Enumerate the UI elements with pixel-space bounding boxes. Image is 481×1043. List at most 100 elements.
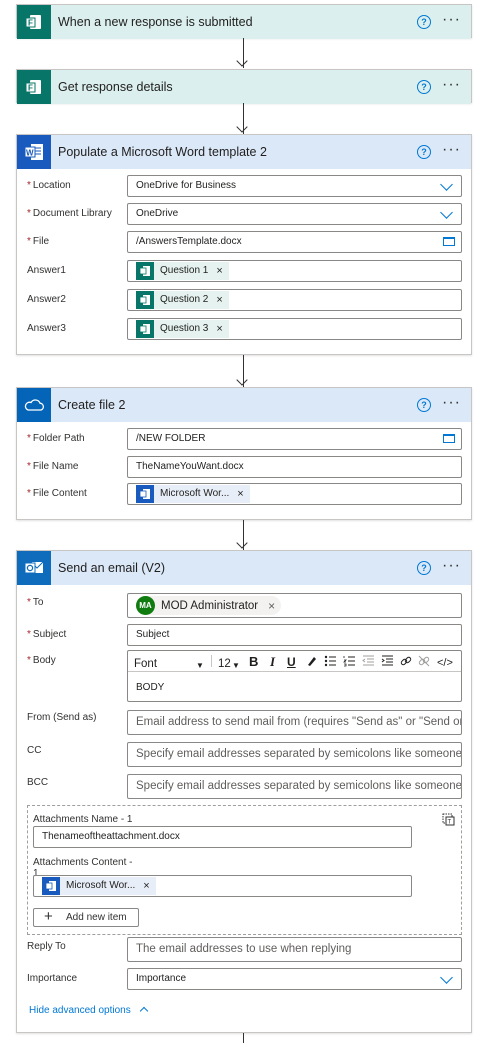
help-icon[interactable]: ? [417, 15, 431, 29]
svg-text:T: T [448, 820, 452, 826]
word-icon: W [17, 135, 51, 169]
hide-advanced-options-link[interactable]: Hide advanced options [29, 1005, 148, 1016]
bcc-input[interactable]: Specify email addresses separated by sem… [127, 774, 462, 799]
connector-arrow-icon [236, 121, 248, 133]
file-name-label: * File Name [27, 461, 79, 472]
remove-recipient-icon[interactable]: × [268, 596, 275, 616]
chevron-down-icon [440, 206, 453, 219]
remove-token-icon[interactable]: × [216, 261, 222, 281]
forms-icon: F [17, 5, 51, 39]
document-library-label: * Document Library [27, 208, 112, 219]
answer2-field[interactable]: Question 2 × [127, 289, 462, 311]
subject-input[interactable]: Subject [127, 624, 462, 646]
italic-icon[interactable]: I [270, 652, 275, 672]
more-options-icon[interactable]: ··· [442, 557, 461, 575]
question-2-token[interactable]: Question 2 × [136, 291, 229, 309]
code-view-icon[interactable]: </> [437, 653, 453, 673]
word-template-card[interactable]: W Populate a Microsoft Word template 2 ?… [16, 134, 472, 355]
more-options-icon[interactable]: ··· [442, 141, 461, 159]
response-details-title: Get response details [58, 80, 173, 94]
reply-to-input[interactable]: The email addresses to use when replying [127, 937, 462, 962]
word-icon [136, 485, 154, 503]
attachment-name-input[interactable]: Thenameoftheattachment.docx [33, 826, 412, 848]
send-email-title: Send an email (V2) [58, 561, 166, 575]
remove-token-icon[interactable]: × [237, 484, 243, 504]
highlight-icon[interactable] [306, 654, 318, 674]
send-email-card[interactable]: Send an email (V2) ? ··· * To MA MOD Admi… [16, 550, 472, 1033]
cc-input[interactable]: Specify email addresses separated by sem… [127, 742, 462, 767]
send-email-header[interactable]: Send an email (V2) ? ··· [17, 551, 471, 585]
font-family-select[interactable]: Font [134, 654, 157, 674]
answer3-field[interactable]: Question 3 × [127, 318, 462, 340]
response-details-header[interactable]: F Get response details ? ··· [17, 70, 471, 104]
response-details-card[interactable]: F Get response details ? ··· [16, 69, 472, 104]
svg-text:F: F [28, 84, 33, 93]
importance-select[interactable]: Importance [127, 968, 462, 990]
remove-token-icon[interactable]: × [143, 876, 149, 896]
file-content-label: * File Content [27, 488, 87, 499]
location-label: * Location [27, 180, 71, 191]
location-select[interactable]: OneDrive for Business [127, 175, 462, 197]
remove-token-icon[interactable]: × [216, 319, 222, 339]
body-text[interactable]: BODY [136, 678, 164, 698]
trigger-card[interactable]: F When a new response is submitted ? ··· [16, 4, 472, 39]
create-file-card[interactable]: Create file 2 ? ··· * Folder Path /NEW FO… [16, 387, 472, 520]
insert-link-icon[interactable] [400, 654, 412, 674]
decrease-indent-icon[interactable] [362, 654, 375, 674]
more-options-icon[interactable]: ··· [442, 11, 461, 29]
file-label: * File [27, 236, 50, 247]
switch-to-text-mode-icon[interactable]: T [442, 813, 455, 829]
font-dropdown-icon[interactable]: ▼ [196, 656, 204, 676]
trigger-title: When a new response is submitted [58, 15, 253, 29]
recipient-persona[interactable]: MA MOD Administrator × [136, 596, 282, 616]
font-size-select[interactable]: 12 [218, 654, 231, 674]
from-label: From (Send as) [27, 712, 97, 723]
remove-token-icon[interactable]: × [216, 290, 222, 310]
help-icon[interactable]: ? [417, 145, 431, 159]
help-icon[interactable]: ? [417, 398, 431, 412]
create-file-header[interactable]: Create file 2 ? ··· [17, 388, 471, 422]
word-content-token[interactable]: Microsoft Wor... × [42, 877, 156, 895]
answer1-field[interactable]: Question 1 × [127, 260, 462, 282]
avatar: MA [136, 596, 155, 615]
file-input[interactable]: /AnswersTemplate.docx [127, 231, 462, 253]
outlook-icon [17, 551, 51, 585]
forms-icon [136, 320, 154, 338]
connector-line [243, 1033, 244, 1043]
rich-text-toolbar: Font ▼ 12 ▼ B I U </> [128, 651, 461, 672]
numbered-list-icon[interactable] [343, 654, 356, 674]
file-name-input[interactable]: TheNameYouWant.docx [127, 456, 462, 478]
bold-icon[interactable]: B [249, 652, 258, 672]
remove-link-icon[interactable] [418, 654, 430, 674]
add-new-item-button[interactable]: + Add new item [33, 908, 139, 927]
help-icon[interactable]: ? [417, 561, 431, 575]
word-icon [42, 877, 60, 895]
svg-text:W: W [26, 148, 34, 157]
folder-icon[interactable] [443, 237, 455, 246]
attachment-name-label: Attachments Name - 1 [33, 814, 133, 825]
create-file-title: Create file 2 [58, 398, 126, 412]
question-1-token[interactable]: Question 1 × [136, 262, 229, 280]
from-input[interactable]: Email address to send mail from (require… [127, 710, 462, 735]
attachments-array: Attachments Name - 1 T Thenameoftheattac… [27, 805, 462, 935]
connector-arrow-icon [236, 537, 248, 549]
cc-label: CC [27, 745, 42, 756]
bulleted-list-icon[interactable] [324, 654, 337, 674]
question-3-token[interactable]: Question 3 × [136, 320, 229, 338]
file-content-field[interactable]: Microsoft Wor... × [127, 483, 462, 505]
help-icon[interactable]: ? [417, 80, 431, 94]
folder-path-input[interactable]: /NEW FOLDER [127, 428, 462, 450]
to-field[interactable]: MA MOD Administrator × [127, 593, 462, 618]
underline-icon[interactable]: U [287, 652, 296, 672]
more-options-icon[interactable]: ··· [442, 394, 461, 412]
word-content-token[interactable]: Microsoft Wor... × [136, 485, 250, 503]
word-template-header[interactable]: W Populate a Microsoft Word template 2 ?… [17, 135, 471, 169]
document-library-select[interactable]: OneDrive [127, 203, 462, 225]
folder-icon[interactable] [443, 434, 455, 443]
body-editor[interactable]: Font ▼ 12 ▼ B I U </> BODY [127, 650, 462, 702]
attachment-content-field[interactable]: Microsoft Wor... × [33, 875, 412, 897]
trigger-header[interactable]: F When a new response is submitted ? ··· [17, 5, 471, 39]
increase-indent-icon[interactable] [381, 654, 394, 674]
more-options-icon[interactable]: ··· [442, 76, 461, 94]
font-size-dropdown-icon[interactable]: ▼ [232, 656, 240, 676]
